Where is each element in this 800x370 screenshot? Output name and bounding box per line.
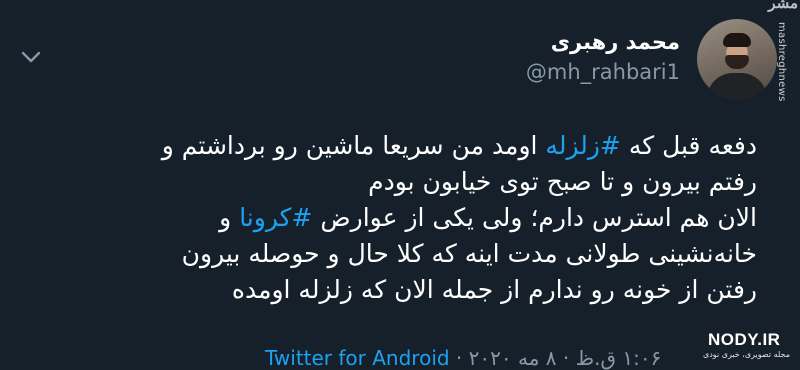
watermark-bottom: NODY.IR مجله تصویری، خبری نودی xyxy=(702,330,790,362)
display-name[interactable]: محمد رهبری xyxy=(551,30,680,54)
chevron-down-icon[interactable] xyxy=(20,46,42,68)
watermark-title: NODY.IR xyxy=(708,330,781,349)
tweet-text-segment: اومد من سریعا ماشین رو برداشتم و xyxy=(161,131,546,160)
tweet-timestamp[interactable]: ۱:۰۶ ق.ظ · ۸ مه ۲۰۲۰ · xyxy=(450,346,661,370)
hashtag-link[interactable]: #زلزله xyxy=(545,131,620,160)
tweet-meta: ۱:۰۶ ق.ظ · ۸ مه ۲۰۲۰ · Twitter for Andro… xyxy=(265,346,661,370)
avatar-hair xyxy=(723,33,751,47)
tweet-text-segment: و xyxy=(219,203,240,232)
avatar[interactable] xyxy=(697,19,777,99)
watermark-top-right: مشر xyxy=(768,0,798,12)
tweet-text-segment: دفعه قبل که xyxy=(620,131,757,160)
watermark-side: mashreghnews xyxy=(776,22,787,102)
avatar-beard xyxy=(725,55,749,69)
tweet-line: دفعه قبل که #زلزله اومد من سریعا ماشین ر… xyxy=(40,128,757,164)
avatar-shirt xyxy=(707,73,767,99)
user-handle[interactable]: @mh_rahbari1 xyxy=(526,60,680,84)
tweet-text-segment: الان هم استرس دارم؛ ولی یکی از عوارض xyxy=(312,203,757,232)
tweet-line: الان هم استرس دارم؛ ولی یکی از عوارض #کر… xyxy=(40,200,757,236)
source-link[interactable]: Twitter for Android xyxy=(265,346,450,370)
tweet-line: خانه‌نشینی طولانی مدت اینه که کلا حال و … xyxy=(181,239,757,268)
hashtag-link[interactable]: #کرونا xyxy=(239,203,312,232)
tweet-line: رفتم بیرون و تا صبح توی خیابون بودم xyxy=(368,167,757,196)
tweet-text: دفعه قبل که #زلزله اومد من سریعا ماشین ر… xyxy=(40,128,757,308)
tweet-line: رفتن از خونه رو ندارم از جمله الان که زل… xyxy=(231,275,757,304)
watermark-subtitle: مجله تصویری، خبری نودی xyxy=(702,350,790,359)
